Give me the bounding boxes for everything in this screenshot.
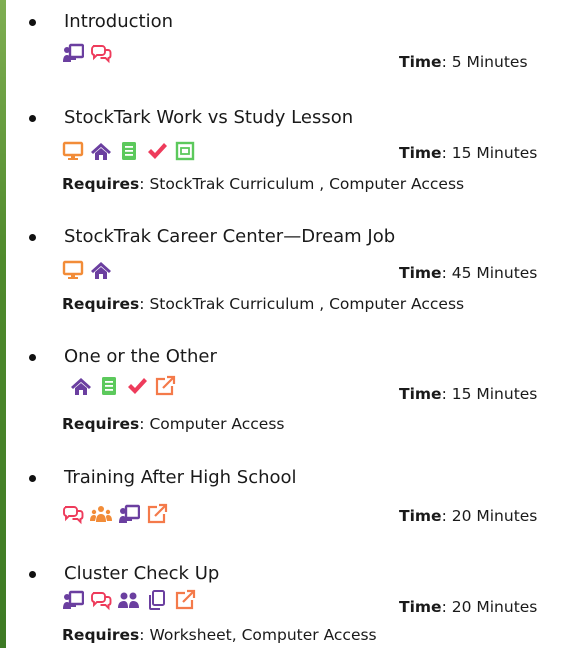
activity-title: StockTark Work vs Study Lesson [64, 107, 354, 128]
activity-requires: Requires: Worksheet, Computer Access [62, 626, 377, 644]
discussion-icon [90, 42, 112, 64]
activity-time: Time: 5 Minutes [399, 53, 528, 71]
discussion-icon [62, 503, 84, 525]
home-icon [70, 375, 92, 397]
computer-icon [62, 140, 84, 162]
external-link-icon [154, 375, 176, 397]
group-icon [90, 503, 112, 525]
activity-icons [62, 503, 168, 525]
computer-icon [62, 259, 84, 281]
discussion-icon [90, 589, 112, 611]
activity-icons [70, 375, 176, 397]
activity-icons [62, 42, 112, 64]
pair-icon [118, 589, 140, 611]
bullet [29, 234, 36, 241]
bullet [29, 115, 36, 122]
home-icon [90, 259, 112, 281]
activity-icons [62, 589, 196, 611]
bullet [29, 19, 36, 26]
activity-icons [62, 140, 196, 162]
presentation-icon [62, 42, 84, 64]
activity-title: Cluster Check Up [64, 563, 220, 584]
activity-icons [62, 259, 112, 281]
book-icon [118, 140, 140, 162]
side-accent-bar [0, 0, 6, 648]
home-icon [90, 140, 112, 162]
activity-title: StockTrak Career Center—Dream Job [64, 226, 396, 247]
presentation-icon [62, 589, 84, 611]
activity-title: Training After High School [64, 467, 297, 488]
activity-time: Time: 45 Minutes [399, 264, 538, 282]
activity-title: One or the Other [64, 346, 217, 367]
bullet [29, 571, 36, 578]
book-icon [98, 375, 120, 397]
check-icon [126, 375, 148, 397]
activity-requires: Requires: StockTrak Curriculum , Compute… [62, 175, 465, 193]
check-icon [146, 140, 168, 162]
worksheet-icon [174, 140, 196, 162]
activity-title: Introduction [64, 11, 174, 32]
presentation-icon [118, 503, 140, 525]
bullet [29, 354, 36, 361]
copy-icon [146, 589, 168, 611]
activity-requires: Requires: StockTrak Curriculum , Compute… [62, 295, 465, 313]
external-link-icon [174, 589, 196, 611]
external-link-icon [146, 503, 168, 525]
activity-requires: Requires: Computer Access [62, 415, 285, 433]
activity-time: Time: 20 Minutes [399, 507, 538, 525]
activity-time: Time: 15 Minutes [399, 144, 538, 162]
bullet [29, 475, 36, 482]
activity-time: Time: 20 Minutes [399, 598, 538, 616]
activity-time: Time: 15 Minutes [399, 385, 538, 403]
